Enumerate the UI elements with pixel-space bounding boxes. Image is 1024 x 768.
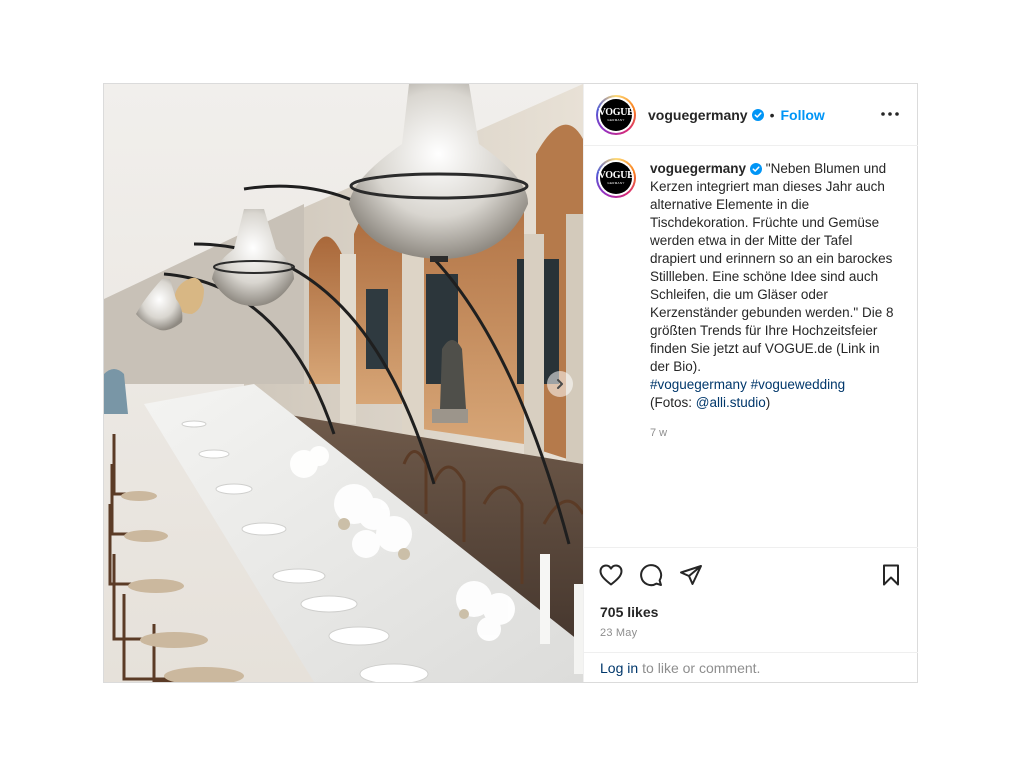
avatar[interactable]: VOGUE GERMANY bbox=[596, 94, 636, 135]
comment-icon bbox=[640, 564, 663, 587]
share-button[interactable] bbox=[678, 562, 704, 588]
separator-dot: • bbox=[769, 106, 775, 123]
caption-body: "Neben Blumen und Kerzen integriert man … bbox=[650, 161, 894, 374]
verified-badge-icon bbox=[751, 108, 764, 121]
hashtag-link[interactable]: #voguegermany bbox=[650, 377, 747, 392]
follow-button[interactable]: Follow bbox=[781, 107, 825, 123]
more-icon bbox=[881, 112, 899, 116]
chevron-right-icon bbox=[557, 379, 563, 389]
caption-username[interactable]: voguegermany bbox=[650, 161, 746, 176]
caption-avatar[interactable]: VOGUE GERMANY bbox=[596, 158, 636, 198]
wedding-table-photo bbox=[104, 84, 583, 682]
vogue-logo: VOGUE GERMANY bbox=[599, 162, 634, 194]
photo-credit-prefix: (Fotos: bbox=[650, 395, 696, 410]
comment-button[interactable] bbox=[638, 562, 664, 588]
heart-icon bbox=[599, 564, 623, 586]
hashtag-link[interactable]: #voguewedding bbox=[751, 377, 846, 392]
more-options-button[interactable] bbox=[880, 104, 900, 124]
login-prompt-text: to like or comment. bbox=[642, 659, 761, 676]
photo-credit-suffix: ) bbox=[765, 395, 771, 410]
vogue-logo: VOGUE GERMANY bbox=[599, 98, 634, 131]
login-link[interactable]: Log in bbox=[600, 660, 638, 676]
share-icon bbox=[680, 565, 702, 585]
bookmark-icon bbox=[883, 564, 899, 586]
save-button[interactable] bbox=[878, 562, 904, 588]
post-photo[interactable] bbox=[104, 84, 583, 682]
likes-count[interactable]: 705 likes bbox=[600, 604, 658, 620]
login-prompt: Log in to like or comment. bbox=[584, 652, 918, 682]
instagram-post: VOGUE GERMANY voguegermany • Follow VOGU… bbox=[103, 83, 918, 683]
post-date[interactable]: 23 May bbox=[600, 627, 637, 639]
like-button[interactable] bbox=[598, 562, 624, 588]
next-photo-button[interactable] bbox=[547, 371, 573, 397]
post-header: VOGUE GERMANY voguegermany • Follow bbox=[584, 84, 918, 146]
verified-badge-icon bbox=[750, 163, 763, 175]
photo-credit-link[interactable]: @alli.studio bbox=[696, 395, 766, 410]
caption-time-ago[interactable]: 7 w bbox=[650, 424, 895, 442]
post-details-panel: VOGUE GERMANY voguegermany • Follow VOGU… bbox=[583, 84, 918, 682]
action-bar: 705 likes 23 May Log in to like or comme… bbox=[584, 547, 918, 681]
header-username[interactable]: voguegermany bbox=[648, 107, 748, 123]
caption-text: voguegermany "Neben Blumen und Kerzen in… bbox=[650, 160, 895, 546]
action-icons bbox=[598, 562, 904, 588]
caption-block: VOGUE GERMANY voguegermany "Neben Blumen… bbox=[584, 146, 918, 546]
